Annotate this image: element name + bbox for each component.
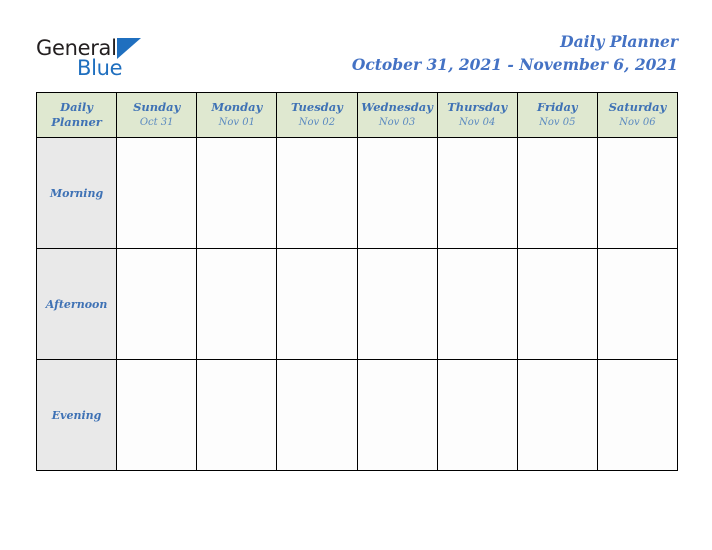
page-header: General Blue Daily Planner October 31, 2…	[0, 0, 712, 90]
row-label-morning: Morning	[35, 137, 118, 249]
slot-afternoon-tuesday[interactable]	[276, 248, 358, 360]
slot-evening-sunday[interactable]	[116, 359, 198, 471]
day-date-saturday: Nov 06	[619, 117, 656, 128]
row-label-evening: Evening	[35, 359, 118, 471]
slot-morning-tuesday[interactable]	[276, 137, 358, 249]
slot-evening-tuesday[interactable]	[276, 359, 358, 471]
corner-label-line1: Daily	[60, 100, 93, 114]
table-header-row: Daily Planner Sunday Oct 31 Monday Nov 0…	[35, 92, 679, 138]
logo-word-blue: Blue	[77, 56, 123, 80]
day-date-thursday: Nov 04	[459, 117, 496, 128]
slot-evening-wednesday[interactable]	[356, 359, 438, 471]
slot-afternoon-friday[interactable]	[516, 248, 598, 360]
slot-morning-friday[interactable]	[516, 137, 598, 249]
slot-afternoon-sunday[interactable]	[116, 248, 198, 360]
slot-evening-monday[interactable]	[196, 359, 278, 471]
column-header-wednesday: Wednesday Nov 03	[356, 92, 438, 138]
slot-morning-sunday[interactable]	[116, 137, 198, 249]
day-name-friday: Friday	[537, 100, 578, 114]
slot-afternoon-thursday[interactable]	[436, 248, 518, 360]
row-label-afternoon: Afternoon	[35, 248, 118, 360]
day-date-wednesday: Nov 03	[378, 117, 416, 128]
slot-evening-saturday[interactable]	[596, 359, 679, 471]
day-name-tuesday: Tuesday	[291, 100, 343, 114]
table-corner-cell: Daily Planner	[35, 92, 118, 138]
planner-page: General Blue Daily Planner October 31, 2…	[0, 0, 712, 550]
table-row: Evening	[35, 359, 679, 471]
slot-afternoon-saturday[interactable]	[596, 248, 679, 360]
day-date-friday: Nov 05	[539, 117, 576, 128]
title-block: Daily Planner October 31, 2021 - Novembe…	[352, 31, 678, 76]
slot-morning-thursday[interactable]	[436, 137, 518, 249]
day-date-monday: Nov 01	[218, 117, 255, 128]
column-header-saturday: Saturday Nov 06	[596, 92, 679, 138]
slot-morning-saturday[interactable]	[596, 137, 679, 249]
day-name-monday: Monday	[211, 100, 263, 114]
table-row: Morning	[35, 137, 679, 249]
day-name-saturday: Saturday	[608, 100, 667, 114]
slot-morning-monday[interactable]	[196, 137, 278, 249]
day-date-tuesday: Nov 02	[298, 117, 336, 128]
column-header-tuesday: Tuesday Nov 02	[276, 92, 358, 138]
corner-label-line2: Planner	[51, 115, 102, 129]
slot-morning-wednesday[interactable]	[356, 137, 438, 249]
column-header-friday: Friday Nov 05	[516, 92, 598, 138]
date-range-subtitle: October 31, 2021 - November 6, 2021	[351, 55, 678, 74]
general-blue-logo[interactable]: General Blue	[36, 36, 266, 82]
day-name-thursday: Thursday	[447, 100, 508, 114]
column-header-sunday: Sunday Oct 31	[116, 92, 198, 138]
day-name-sunday: Sunday	[133, 100, 181, 114]
column-header-thursday: Thursday Nov 04	[436, 92, 518, 138]
slot-afternoon-wednesday[interactable]	[356, 248, 438, 360]
page-title: Daily Planner	[560, 32, 678, 51]
column-header-monday: Monday Nov 01	[196, 92, 278, 138]
daily-planner-table: Daily Planner Sunday Oct 31 Monday Nov 0…	[35, 92, 679, 471]
slot-afternoon-monday[interactable]	[196, 248, 278, 360]
slot-evening-thursday[interactable]	[436, 359, 518, 471]
day-name-wednesday: Wednesday	[361, 100, 433, 114]
slot-evening-friday[interactable]	[516, 359, 598, 471]
table-row: Afternoon	[35, 248, 679, 360]
day-date-sunday: Oct 31	[139, 117, 174, 128]
